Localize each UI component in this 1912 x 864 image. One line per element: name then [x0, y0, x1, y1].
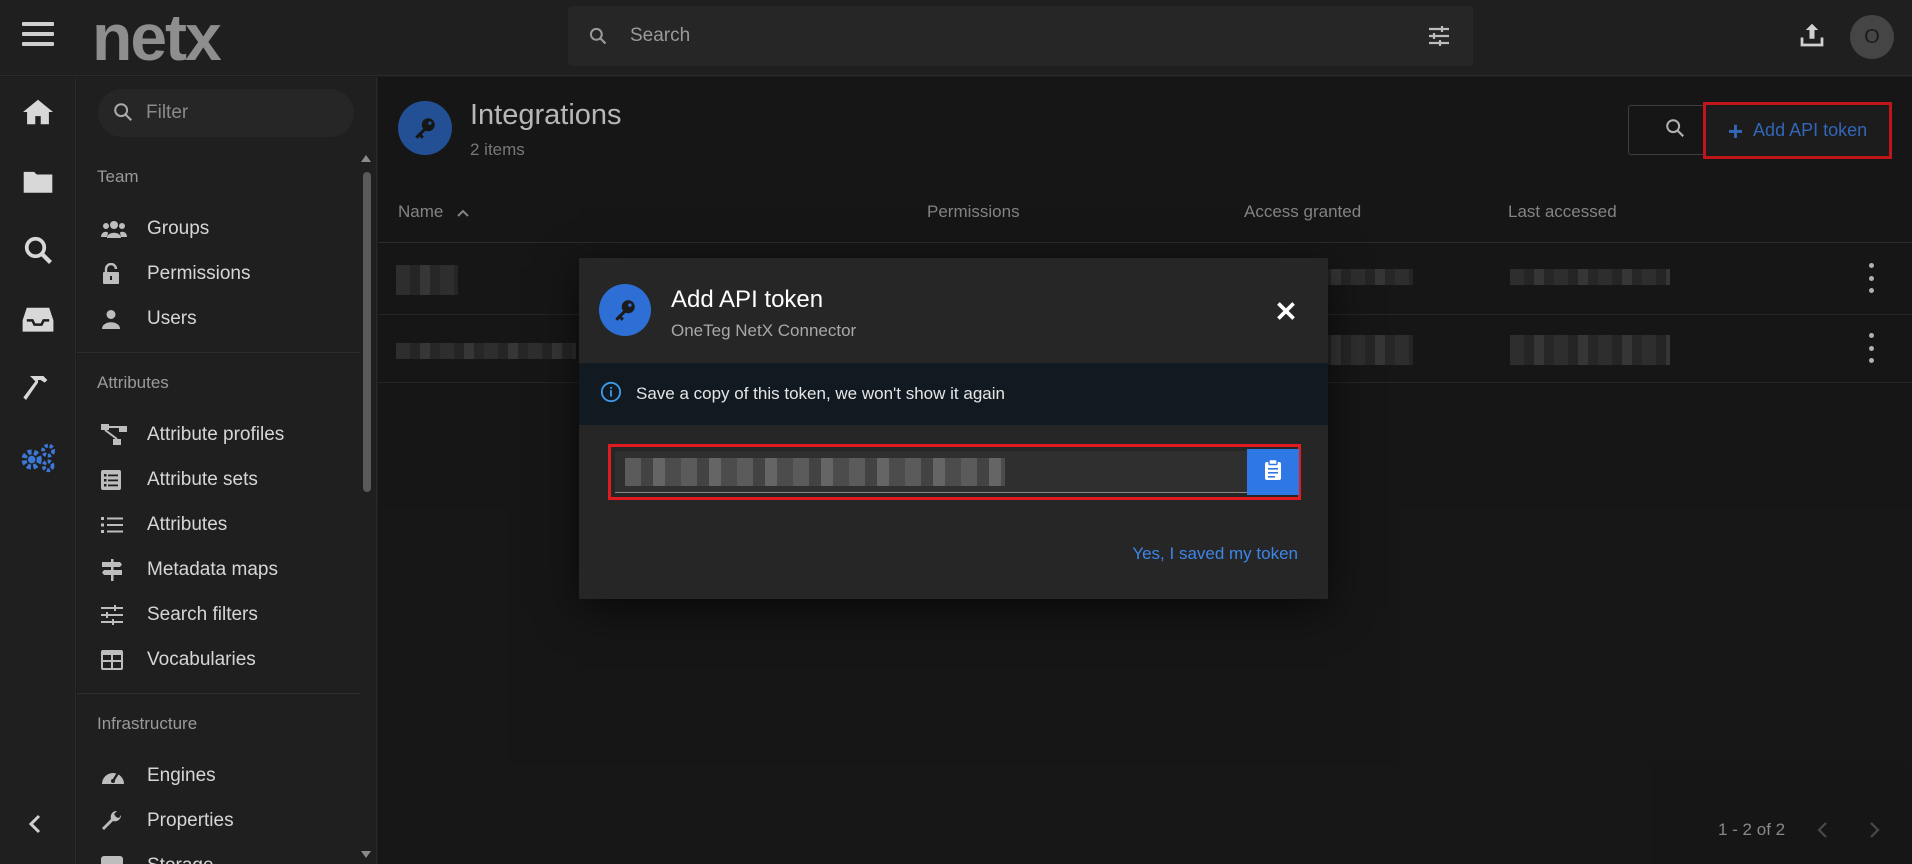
left-rail	[0, 77, 76, 864]
global-search	[568, 6, 1473, 66]
token-field-group	[608, 444, 1301, 500]
tune-icon[interactable]	[1427, 24, 1451, 53]
sidebar-item-label: Metadata maps	[147, 559, 278, 580]
search-icon	[112, 101, 134, 128]
sidebar-item-permissions[interactable]: Permissions	[101, 256, 351, 292]
list-box-icon	[101, 470, 129, 490]
section-title-team: Team	[97, 167, 139, 186]
hammer-icon[interactable]	[18, 368, 58, 408]
close-icon[interactable]	[1273, 298, 1299, 324]
wrench-icon	[101, 810, 129, 832]
scroll-down-arrow-icon[interactable]	[361, 851, 371, 858]
storage-icon	[101, 856, 129, 864]
sidebar-item-label: Users	[147, 308, 197, 329]
list-icon	[101, 516, 129, 534]
sidebar-item-label: Permissions	[147, 263, 251, 284]
redacted-token-value	[625, 458, 1005, 486]
search-icon[interactable]	[18, 230, 58, 270]
speedometer-icon	[101, 766, 129, 786]
confirm-saved-token-button[interactable]: Yes, I saved my token	[1132, 544, 1298, 564]
sidebar-item-label: Storage	[147, 855, 214, 864]
sidebar-item-search-filters[interactable]: Search filters	[101, 597, 351, 633]
search-input[interactable]	[630, 6, 1390, 66]
avatar[interactable]: O	[1850, 15, 1894, 59]
section-title-attributes: Attributes	[97, 373, 169, 392]
sidebar-item-label: Attribute profiles	[147, 424, 285, 445]
gears-icon[interactable]	[18, 437, 58, 477]
user-icon	[101, 309, 129, 329]
menu-icon[interactable]	[22, 22, 54, 54]
clipboard-icon	[1264, 458, 1282, 486]
top-bar: netx O	[0, 0, 1912, 76]
info-text: Save a copy of this token, we won't show…	[636, 384, 1005, 403]
key-icon	[599, 284, 651, 336]
sidebar-item-label: Engines	[147, 765, 216, 786]
sidebar-item-properties[interactable]: Properties	[101, 803, 351, 839]
tune-icon	[101, 605, 129, 625]
section-divider	[77, 693, 360, 694]
section-title-infrastructure: Infrastructure	[97, 714, 198, 733]
sidebar-item-label: Attributes	[147, 514, 228, 535]
collapse-chevron-icon[interactable]	[24, 812, 48, 841]
sidebar-item-label: Attribute sets	[147, 469, 258, 490]
upload-icon[interactable]	[1797, 20, 1833, 56]
folder-icon[interactable]	[18, 161, 58, 201]
sidebar-item-attribute-sets[interactable]: Attribute sets	[101, 462, 351, 498]
scrollbar-thumb[interactable]	[363, 172, 371, 492]
sidebar-item-engines[interactable]: Engines	[101, 758, 351, 794]
sidebar-item-label: Groups	[147, 218, 210, 239]
sidebar-item-metadata-maps[interactable]: Metadata maps	[101, 552, 351, 588]
sidebar-item-groups[interactable]: Groups	[101, 211, 351, 247]
netx-logo[interactable]: netx	[92, 2, 222, 72]
sidebar-item-attribute-profiles[interactable]: Attribute profiles	[101, 417, 351, 453]
info-banner: Save a copy of this token, we won't show…	[579, 363, 1328, 425]
sidebar-item-users[interactable]: Users	[101, 301, 351, 337]
section-divider	[77, 352, 360, 353]
filter-input[interactable]	[146, 89, 336, 137]
signpost-icon	[101, 559, 129, 581]
sidebar-item-vocabularies[interactable]: Vocabularies	[101, 642, 351, 678]
copy-token-button[interactable]	[1247, 449, 1299, 495]
settings-sidebar: Team Groups Permissions Users Attributes…	[77, 77, 377, 864]
sidebar-item-label: Search filters	[147, 604, 258, 625]
table-icon	[101, 650, 129, 670]
dialog-title: Add API token	[671, 286, 824, 313]
schema-icon	[101, 424, 129, 446]
token-field[interactable]	[615, 451, 1247, 493]
sidebar-item-storage[interactable]: Storage	[101, 848, 351, 864]
info-icon	[600, 381, 622, 408]
unlock-icon	[101, 263, 129, 285]
sidebar-item-attributes[interactable]: Attributes	[101, 507, 351, 543]
search-icon	[588, 26, 608, 51]
inbox-icon[interactable]	[18, 299, 58, 339]
home-icon[interactable]	[18, 92, 58, 132]
add-api-token-dialog: Add API token OneTeg NetX Connector Save…	[579, 258, 1328, 599]
sidebar-item-label: Properties	[147, 810, 234, 831]
sidebar-item-label: Vocabularies	[147, 649, 256, 670]
sidebar-filter	[98, 89, 354, 137]
dialog-subtitle: OneTeg NetX Connector	[671, 321, 857, 340]
groups-icon	[101, 220, 129, 238]
scroll-up-arrow-icon[interactable]	[361, 155, 371, 162]
